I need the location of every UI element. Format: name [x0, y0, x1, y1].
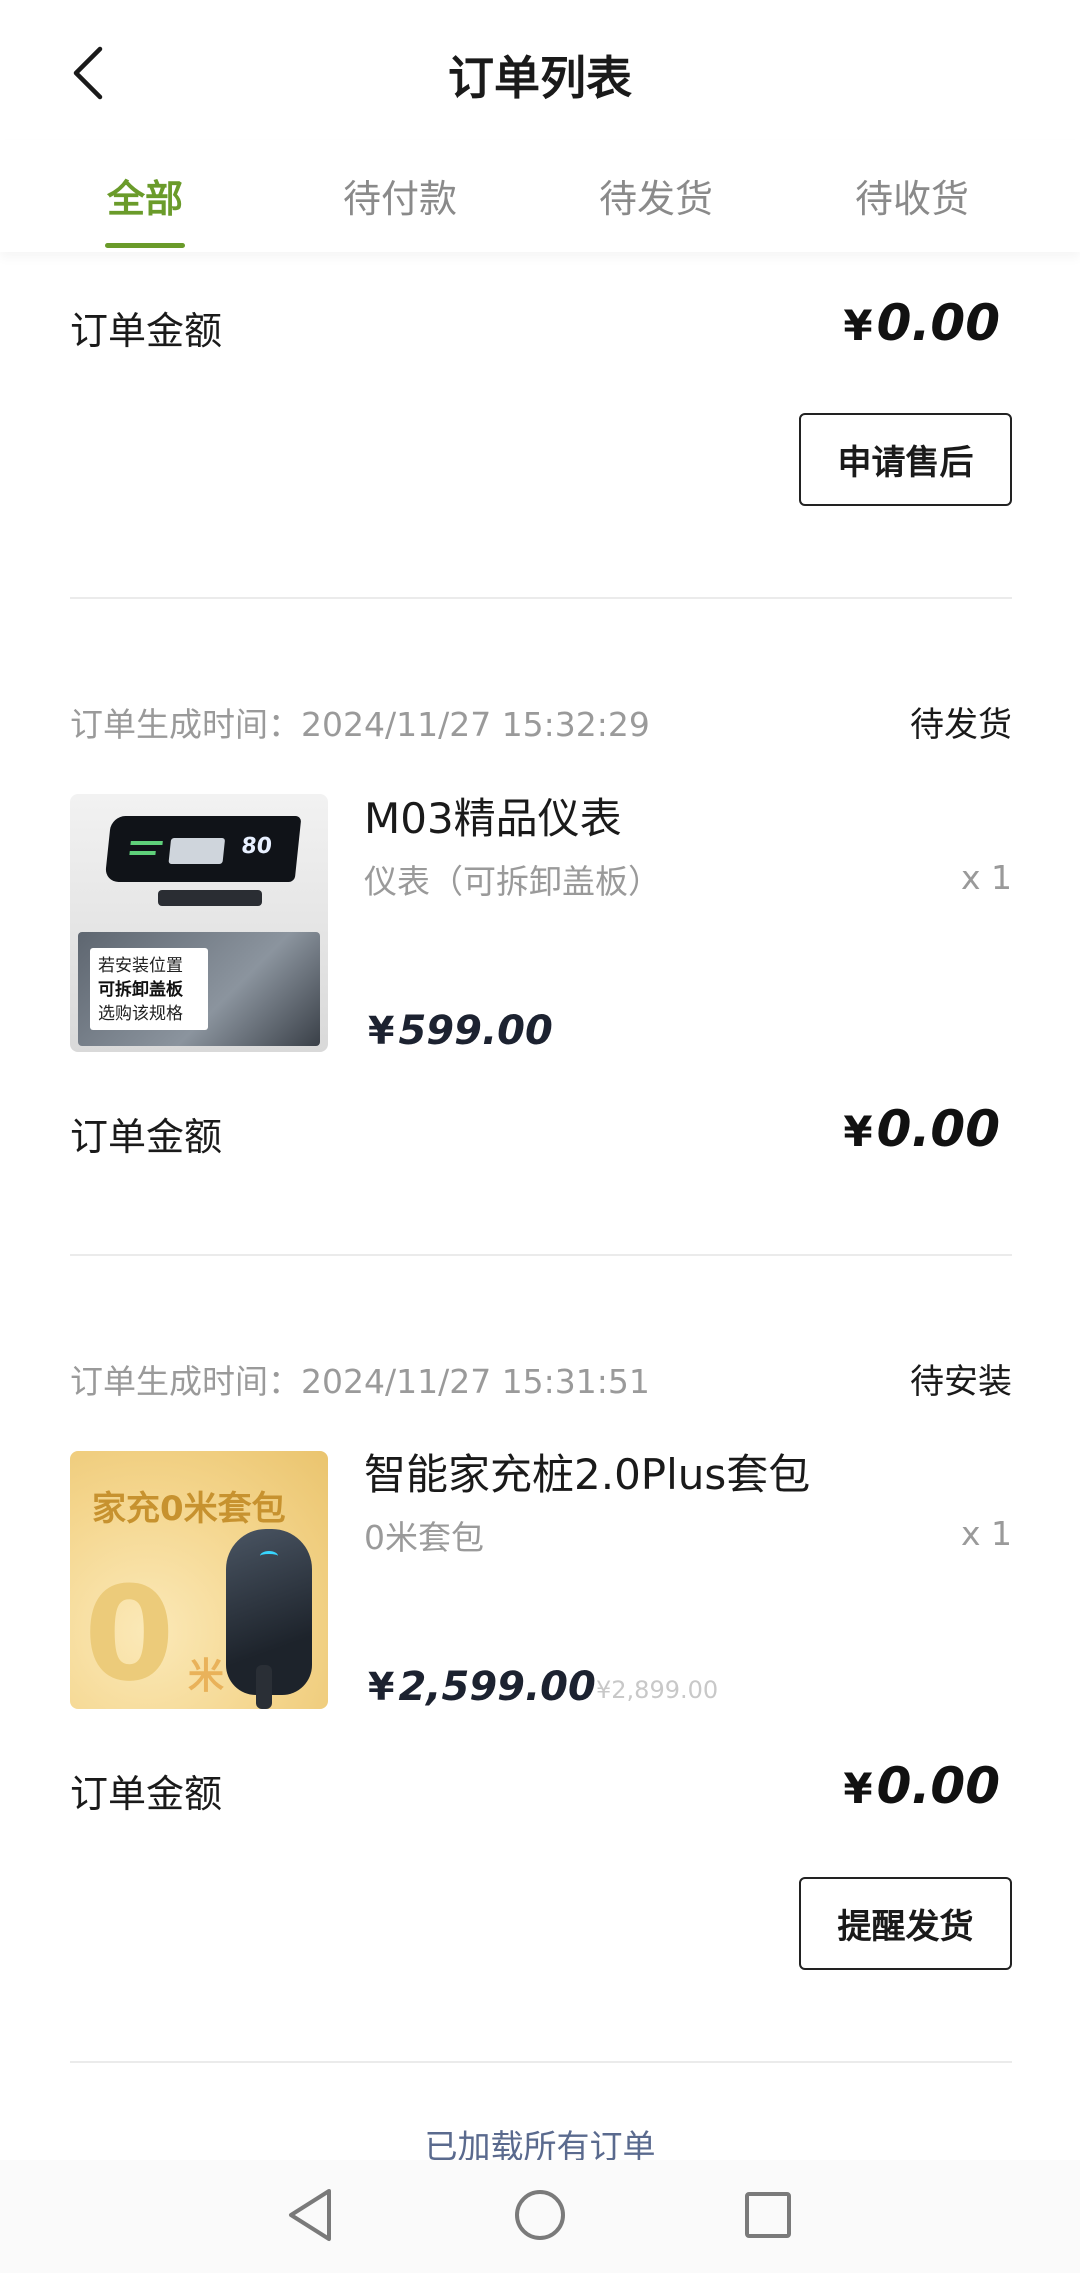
product-spec: 仪表（可拆卸盖板） [364, 862, 661, 901]
circle-home-icon [515, 2190, 565, 2240]
dashboard-device-screen: 80 [104, 816, 302, 882]
order-total-label: 订单金额 [70, 309, 223, 353]
product-price: ¥2,599.00 [368, 1664, 596, 1710]
tab-pending-receipt[interactable]: 待收货 [822, 168, 1002, 223]
order-total-label: 订单金额 [70, 1115, 223, 1159]
product-spec: 0米套包 [364, 1518, 484, 1557]
nav-home-button[interactable] [505, 2180, 575, 2250]
product-image-dashboard[interactable]: 80 若安装位置 可拆卸盖板 选购该规格 [70, 794, 328, 1052]
tab-all[interactable]: 全部 [55, 168, 235, 223]
zero-meter-graphic: 0 [84, 1558, 175, 1709]
triangle-back-icon [289, 2189, 331, 2241]
header-bar: 订单列表 [0, 0, 1080, 140]
nav-back-button[interactable] [275, 2180, 345, 2250]
order-divider [70, 597, 1012, 599]
order-status: 待发货 [910, 705, 1012, 745]
charger-package-title: 家充0米套包 [92, 1489, 286, 1529]
order-divider [70, 1254, 1012, 1256]
product-image-charger[interactable]: 家充0米套包 0 米 [70, 1451, 328, 1709]
dashboard-speed-readout: 80 [239, 834, 274, 859]
tab-pending-shipment[interactable]: 待发货 [566, 168, 746, 223]
order-status: 待安装 [910, 1362, 1012, 1402]
order-total-amount: ¥0.00 [843, 1757, 1000, 1815]
order-time: 订单生成时间：2024/11/27 15:32:29 [70, 705, 650, 744]
order-total-amount: ¥0.00 [843, 294, 1000, 352]
page-title: 订单列表 [448, 51, 632, 105]
install-note-card: 若安装位置 可拆卸盖板 选购该规格 [90, 948, 208, 1030]
order-time: 订单生成时间：2024/11/27 15:31:51 [70, 1362, 650, 1401]
remind-shipment-button[interactable]: 提醒发货 [799, 1877, 1012, 1970]
original-price: ¥2,899.00 [596, 1676, 719, 1704]
nav-recents-button[interactable] [733, 2180, 803, 2250]
product-name[interactable]: M03精品仪表 [364, 785, 622, 846]
square-recents-icon [745, 2192, 791, 2238]
tab-active-indicator [105, 243, 185, 248]
product-quantity: x 1 [960, 858, 1012, 897]
meter-graphic-label: 米 [188, 1656, 225, 1697]
product-name[interactable]: 智能家充桩2.0Plus套包 [364, 1441, 810, 1502]
system-navigation-bar [0, 2160, 1080, 2273]
order-tabs: 全部 待付款 待发货 待收货 [0, 140, 1080, 252]
install-location-photo: 若安装位置 可拆卸盖板 选购该规格 [78, 932, 320, 1046]
product-price: ¥599.00 [368, 1008, 553, 1054]
order-total-amount: ¥0.00 [843, 1100, 1000, 1158]
order-divider [70, 2061, 1012, 2063]
tab-pending-payment[interactable]: 待付款 [310, 168, 490, 223]
product-quantity: x 1 [960, 1514, 1012, 1553]
after-sales-button[interactable]: 申请售后 [799, 413, 1012, 506]
order-total-label: 订单金额 [70, 1772, 223, 1816]
